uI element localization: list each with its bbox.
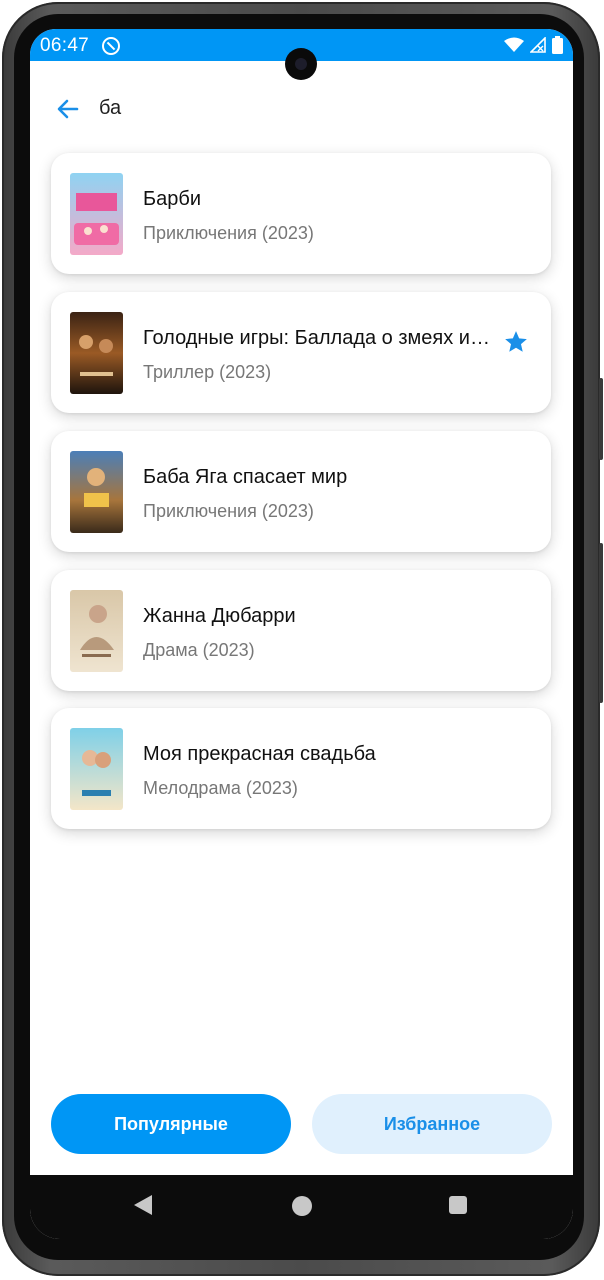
notification-app-icon [102, 37, 120, 55]
side-button-power [599, 378, 603, 460]
favorite-star-icon[interactable] [503, 329, 529, 355]
front-camera [285, 48, 317, 80]
search-bar: ба [30, 89, 573, 129]
screen: 06:47 ба Барби Приключения (2023) Голодн… [30, 29, 573, 1239]
movie-subtitle: Мелодрама (2023) [143, 778, 298, 798]
movie-title: Барби [143, 188, 201, 210]
movie-title: Голодные игры: Баллада о змеях и певчих … [143, 327, 493, 349]
back-arrow-icon[interactable] [54, 95, 82, 123]
movie-title: Моя прекрасная свадьба [143, 743, 376, 765]
movie-subtitle: Триллер (2023) [143, 362, 272, 382]
status-icons [504, 35, 563, 55]
movie-title: Жанна Дюбарри [143, 605, 296, 627]
movie-title: Баба Яга спасает мир [143, 466, 348, 488]
movie-card[interactable]: Голодные игры: Баллада о змеях и певчих … [51, 292, 551, 413]
nav-home-icon[interactable] [292, 1196, 312, 1216]
side-button-volume [599, 543, 603, 703]
favorites-tab-button[interactable]: Избранное [312, 1094, 552, 1154]
jeanne-du-barry-poster [70, 590, 123, 672]
movie-card[interactable]: Жанна Дюбарри Драма (2023) [51, 570, 551, 691]
search-input[interactable]: ба [99, 97, 121, 120]
movie-subtitle: Приключения (2023) [143, 223, 314, 243]
popular-tab-button[interactable]: Популярные [51, 1094, 291, 1154]
barbie-poster [70, 173, 123, 255]
wedding-poster [70, 728, 123, 810]
system-navigation-bar [30, 1175, 573, 1239]
movie-card[interactable]: Баба Яга спасает мир Приключения (2023) [51, 431, 551, 552]
status-time: 06:47 [40, 35, 90, 56]
baba-yaga-poster [70, 451, 123, 533]
movie-subtitle: Приключения (2023) [143, 501, 314, 521]
hunger-games-poster [70, 312, 123, 394]
nav-back-icon[interactable] [134, 1195, 152, 1215]
nav-recents-icon[interactable] [449, 1196, 467, 1214]
battery-icon [552, 36, 563, 54]
signal-icon [530, 37, 546, 53]
wifi-icon [504, 37, 524, 52]
movie-card[interactable]: Моя прекрасная свадьба Мелодрама (2023) [51, 708, 551, 829]
movie-subtitle: Драма (2023) [143, 640, 255, 660]
movie-card[interactable]: Барби Приключения (2023) [51, 153, 551, 274]
